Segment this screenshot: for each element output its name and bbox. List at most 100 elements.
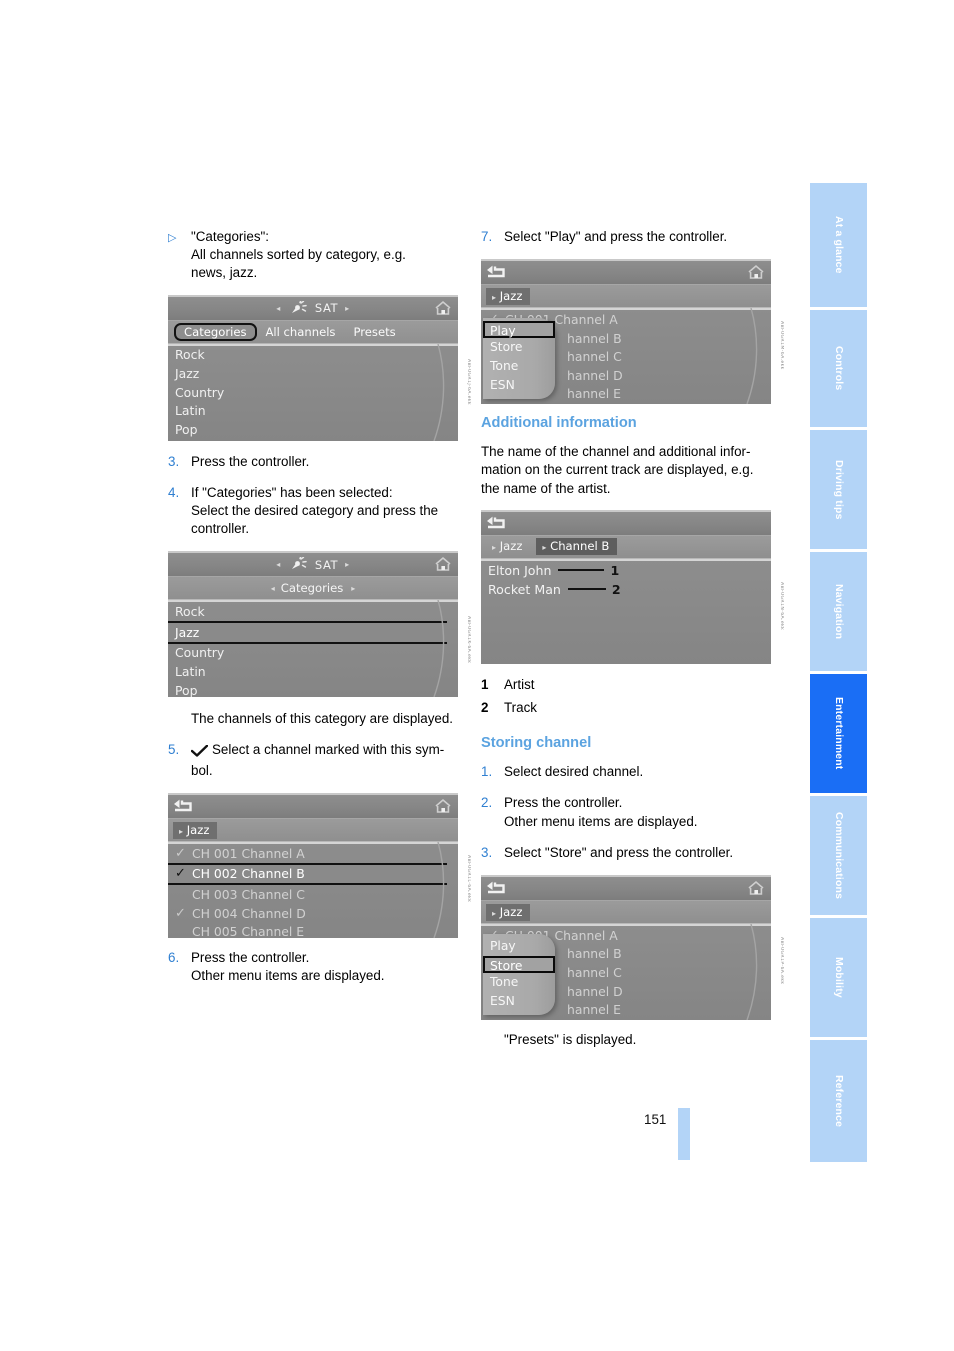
table-row[interactable]: ✓ CH 001 Channel A	[168, 844, 458, 863]
step-text: Press the controller. Other menu items a…	[504, 794, 789, 830]
check-icon: ✓	[175, 905, 186, 921]
breadcrumb: ▸ Jazz	[168, 819, 458, 843]
menu-item-esn[interactable]: ESN	[483, 376, 555, 395]
tab-all-channels[interactable]: All channels	[257, 324, 345, 340]
channel-label: hannel C	[567, 965, 622, 981]
home-icon[interactable]	[747, 264, 765, 280]
step-text: Select a channel marked with this sym- b…	[190, 741, 476, 780]
home-icon[interactable]	[434, 556, 452, 572]
page-edge-marker	[678, 1108, 690, 1160]
sidebar-item-driving-tips[interactable]: Driving tips	[810, 430, 867, 552]
sat-label: SAT	[314, 557, 339, 572]
breadcrumb: ▸ Jazz	[481, 901, 771, 925]
idrive-status-bar	[481, 877, 771, 902]
context-menu: Play Store Tone ESN	[483, 934, 555, 1016]
breadcrumb-jazz[interactable]: ▸ Jazz	[486, 538, 530, 555]
sidebar-item-at-a-glance[interactable]: At a glance	[810, 183, 867, 310]
table-row[interactable]: ✓ CH 004 Channel D	[168, 904, 458, 923]
list-item[interactable]: Pop	[168, 681, 458, 698]
category-list: Rock Jazz Country Latin Pop	[168, 600, 458, 698]
figure-reference-code: ABF0GR1J-6A.ekk	[466, 358, 471, 405]
list-item[interactable]: Latin	[168, 662, 458, 681]
list-item[interactable]: Rock	[168, 346, 458, 365]
list-item-selected[interactable]: Jazz	[168, 621, 447, 644]
channel-label: CH 003 Channel C	[192, 887, 305, 903]
left-column: ▷ "Categories": All channels sorted by c…	[168, 228, 476, 998]
sat-label: SAT	[314, 301, 339, 316]
breadcrumb-jazz[interactable]: ▸ Jazz	[486, 903, 531, 921]
channel-label: hannel B	[567, 330, 622, 346]
menu-item-play[interactable]: Play	[483, 321, 555, 339]
menu-item-play[interactable]: Play	[483, 937, 555, 956]
channel-label: hannel C	[567, 349, 622, 365]
channel-list-with-menu: ✓CH 001 Channel A ✓hannel B ✓hannel C ✓h…	[481, 308, 771, 405]
context-menu: Play Store Tone ESN	[483, 318, 555, 400]
leader-line	[558, 569, 605, 572]
info-line-2: mation on the current track are displaye…	[481, 462, 754, 478]
breadcrumb-jazz[interactable]: ▸ Jazz	[173, 821, 218, 839]
breadcrumb-jazz[interactable]: ▸ Jazz	[486, 287, 531, 305]
bullet-line-3: news, jazz.	[191, 265, 258, 281]
figure-reference-code: ABF0GR1P-6A.ekk	[779, 937, 784, 985]
list-item[interactable]: Country	[168, 644, 458, 663]
back-arrow-icon[interactable]	[173, 799, 193, 814]
channel-list: ✓CH 001 Channel A ✓CH 002 Channel B ✓CH …	[168, 842, 458, 939]
heading-additional-information: Additional information	[481, 415, 637, 432]
home-icon[interactable]	[434, 798, 452, 814]
list-item[interactable]: Latin	[168, 401, 458, 420]
breadcrumb-channel-b[interactable]: ▸ Channel B	[536, 538, 618, 556]
back-arrow-icon[interactable]	[486, 516, 506, 531]
tab-presets[interactable]: Presets	[344, 324, 404, 340]
step-7: 7. Select "Play" and press the controlle…	[481, 228, 789, 246]
home-icon[interactable]	[747, 880, 765, 896]
step-text: Select desired channel.	[504, 764, 644, 780]
breadcrumb: ▸ Jazz ▸ Channel B	[481, 535, 771, 559]
breadcrumb: ▸ Jazz	[481, 285, 771, 309]
table-row[interactable]: ✓CH 005 Channel E	[168, 922, 458, 938]
sat-title-group: ◂ SAT ▸	[276, 557, 350, 572]
tab-categories[interactable]: Categories	[174, 322, 257, 341]
sidebar-item-controls[interactable]: Controls	[810, 310, 867, 430]
menu-item-store[interactable]: Store	[483, 956, 555, 974]
home-icon[interactable]	[434, 300, 452, 316]
menu-item-store[interactable]: Store	[483, 338, 555, 357]
idrive-status-bar	[481, 261, 771, 286]
category-list: Rock Jazz Country Latin Pop	[168, 343, 458, 441]
list-item[interactable]: Pop	[168, 420, 458, 439]
sidebar-item-communications[interactable]: Communications	[810, 796, 867, 918]
list-item[interactable]: Country	[168, 383, 458, 402]
figure-reference-code: ABF0GR1N-6A.ekk	[779, 581, 784, 631]
artist-name: Elton John	[488, 562, 552, 578]
step-line-2: Select the desired category and press th…	[191, 503, 439, 519]
channel-label: hannel E	[567, 386, 621, 402]
list-item[interactable]: Rock	[168, 602, 458, 621]
breadcrumb-categories[interactable]: Categories	[275, 580, 352, 597]
note-presets-displayed: "Presets" is displayed.	[504, 1032, 637, 1048]
satellite-dish-icon	[288, 557, 308, 572]
legend-item-track: 2 Track	[481, 699, 789, 717]
legend-label: Track	[504, 700, 537, 716]
menu-item-tone[interactable]: Tone	[483, 973, 555, 992]
heading-storing-channel: Storing channel	[481, 735, 592, 752]
menu-item-tone[interactable]: Tone	[483, 357, 555, 376]
menu-item-esn[interactable]: ESN	[483, 992, 555, 1011]
back-arrow-icon[interactable]	[486, 265, 506, 280]
step-number: 7.	[481, 229, 493, 244]
screenshot-now-playing: ▸ Jazz ▸ Channel B Elton John 1 Rocket M…	[481, 509, 784, 664]
sidebar-item-reference[interactable]: Reference	[810, 1040, 867, 1162]
sidebar-item-entertainment[interactable]: Entertainment	[810, 674, 867, 796]
back-arrow-icon[interactable]	[486, 881, 506, 896]
table-row-selected[interactable]: ✓ CH 002 Channel B	[168, 862, 447, 886]
screenshot-store-menu: ▸ Jazz ✓CH 001 Channel A ✓hannel B ✓hann…	[481, 875, 784, 1021]
table-row[interactable]: ✓CH 003 Channel C	[168, 885, 458, 904]
step-line-3: controller.	[191, 521, 250, 537]
list-item[interactable]: Jazz	[168, 364, 458, 383]
sidebar-item-mobility[interactable]: Mobility	[810, 918, 867, 1040]
right-column: 7. Select "Play" and press the controlle…	[481, 228, 789, 1061]
storing-step-2: 2. Press the controller. Other menu item…	[481, 794, 789, 830]
legend-number: 1	[481, 676, 489, 692]
step-line-2: Other menu items are displayed.	[191, 968, 385, 984]
sat-title-group: ◂ SAT ▸	[276, 300, 350, 316]
sidebar-item-navigation[interactable]: Navigation	[810, 552, 867, 674]
page-number: 151	[644, 1112, 667, 1127]
